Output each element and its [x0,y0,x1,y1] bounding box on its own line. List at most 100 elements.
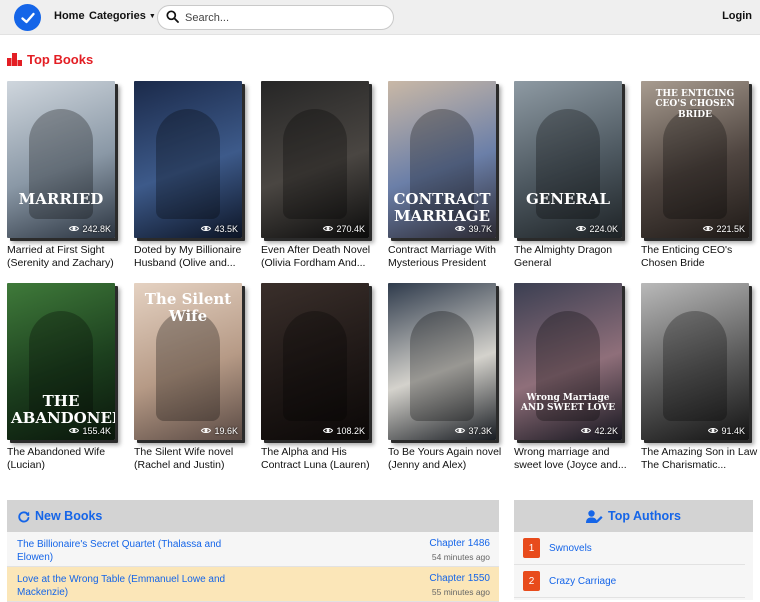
eye-icon [581,426,594,436]
book-views: 42.2K [581,426,618,436]
search-icon [166,9,179,26]
book-title[interactable]: Wrong marriage and sweet love (Joyce and… [514,446,631,472]
eye-icon [69,426,82,436]
book-card[interactable]: 37.3K To Be Yours Again novel (Jenny and … [388,283,505,472]
book-views-count: 270.4K [336,224,365,234]
nav-categories-dropdown[interactable]: Categories ▼ [89,10,156,22]
book-title[interactable]: The Amazing Son in Law The Charismatic..… [641,446,758,472]
search-box[interactable] [157,5,394,30]
book-cover[interactable]: MARRIED 242.8K [7,81,115,238]
top-navbar: Home Categories ▼ Login [0,0,760,35]
top-books-heading: Top Books [7,52,93,67]
author-row[interactable]: 2 Crazy Carriage [514,565,745,598]
book-views-count: 91.4K [721,426,745,436]
book-card[interactable]: THE ENTICING CEO'S CHOSEN BRIDE 221.5K The… [641,81,758,270]
cover-title-art: Wrong Marriage AND SWEET LOVE [520,393,616,414]
book-title[interactable]: The Alpha and His Contract Luna (Lauren) [261,446,378,472]
cover-illustration [156,109,220,219]
book-views-count: 37.3K [468,426,492,436]
cover-title-art: The Silent Wife [144,290,232,326]
book-cover[interactable]: 91.4K [641,283,749,440]
eye-icon [69,224,82,234]
author-row[interactable]: 1 Swnovels [514,532,745,565]
cover-title-art: GENERAL [525,190,611,208]
cover-title-art: MARRIED [18,190,104,208]
book-views-count: 242.8K [82,224,111,234]
check-circle-icon[interactable] [14,4,41,31]
author-name[interactable]: Swnovels [549,543,592,554]
eye-icon [455,426,468,436]
book-views: 224.0K [576,224,618,234]
book-title[interactable]: The Enticing CEO's Chosen Bride [641,244,758,270]
login-link[interactable]: Login [722,10,752,22]
book-views: 91.4K [708,426,745,436]
cover-illustration [156,311,220,421]
book-card[interactable]: The Silent Wife 19.6K The Silent Wife nove… [134,283,251,472]
new-book-time: 54 minutes ago [431,552,490,562]
book-title[interactable]: The Silent Wife novel (Rachel and Justin… [134,446,251,472]
book-title[interactable]: The Almighty Dragon General [514,244,631,270]
book-card[interactable]: CONTRACT MARRIAGE 39.7K Contract Marriage … [388,81,505,270]
book-cover[interactable]: THE ENTICING CEO'S CHOSEN BRIDE 221.5K [641,81,749,238]
search-input[interactable] [185,11,375,24]
book-cover[interactable]: 43.5K [134,81,242,238]
new-books-title: New Books [35,509,103,523]
book-title[interactable]: The Abandoned Wife (Lucian) [7,446,124,472]
book-card[interactable]: GENERAL 224.0K The Almighty Dragon General [514,81,631,270]
eye-icon [455,224,468,234]
book-title[interactable]: Married at First Sight (Serenity and Zac… [7,244,124,270]
book-title[interactable]: Even After Death Novel (Olivia Fordham A… [261,244,378,270]
book-title[interactable]: To Be Yours Again novel (Jenny and Alex) [388,446,505,472]
ranking-podium-icon [7,53,22,66]
book-card[interactable]: 91.4K The Amazing Son in Law The Charisma… [641,283,758,472]
new-book-time: 55 minutes ago [431,587,490,597]
new-book-chapter[interactable]: Chapter 1486 [429,538,490,549]
book-cover[interactable]: CONTRACT MARRIAGE 39.7K [388,81,496,238]
book-card[interactable]: THE ABANDONED 155.4K The Abandoned Wife (L… [7,283,124,472]
eye-icon [201,426,214,436]
new-book-title[interactable]: Love at the Wrong Table (Emmanuel Lowe a… [17,573,237,599]
book-views: 43.5K [201,224,238,234]
nav-home-link[interactable]: Home [54,10,85,22]
book-views-count: 19.6K [214,426,238,436]
book-views: 270.4K [323,224,365,234]
book-views: 221.5K [703,224,745,234]
nav-categories-label: Categories [89,10,146,22]
book-views-count: 155.4K [82,426,111,436]
book-views: 39.7K [455,224,492,234]
book-title[interactable]: Doted by My Billionaire Husband (Olive a… [134,244,251,270]
new-book-title[interactable]: The Billionaire's Secret Quartet (Thalas… [17,538,237,564]
book-views-count: 39.7K [468,224,492,234]
new-books-header: New Books [7,500,499,532]
book-cover[interactable]: THE ABANDONED 155.4K [7,283,115,440]
book-cover[interactable]: 108.2K [261,283,369,440]
top-authors-header: Top Authors [514,500,753,532]
book-views-count: 224.0K [589,224,618,234]
book-views: 155.4K [69,426,111,436]
author-name[interactable]: Crazy Carriage [549,576,616,587]
new-book-row[interactable]: Love at the Wrong Table (Emmanuel Lowe a… [7,567,499,602]
book-cover[interactable]: 37.3K [388,283,496,440]
book-cover[interactable]: 270.4K [261,81,369,238]
new-book-row[interactable]: The Billionaire's Secret Quartet (Thalas… [7,532,499,567]
new-book-chapter[interactable]: Chapter 1550 [429,573,490,584]
book-card[interactable]: Wrong Marriage AND SWEET LOVE 42.2K Wrong … [514,283,631,472]
book-card[interactable]: MARRIED 242.8K Married at First Sight (Ser… [7,81,124,270]
author-rank-badge: 1 [523,538,540,558]
cover-illustration [663,311,727,421]
book-views-count: 221.5K [716,224,745,234]
eye-icon [576,224,589,234]
book-card[interactable]: 43.5K Doted by My Billionaire Husband (Ol… [134,81,251,270]
refresh-icon [18,510,30,522]
cover-title-art: CONTRACT MARRIAGE [393,190,491,226]
book-cover[interactable]: Wrong Marriage AND SWEET LOVE 42.2K [514,283,622,440]
book-cover[interactable]: The Silent Wife 19.6K [134,283,242,440]
cover-illustration [283,311,347,421]
book-title[interactable]: Contract Marriage With Mysterious Presid… [388,244,505,270]
book-views: 19.6K [201,426,238,436]
book-card[interactable]: 108.2K The Alpha and His Contract Luna (L… [261,283,378,472]
new-books-panel: New Books The Billionaire's Secret Quart… [7,500,499,602]
book-cover[interactable]: GENERAL 224.0K [514,81,622,238]
book-views-count: 42.2K [594,426,618,436]
book-card[interactable]: 270.4K Even After Death Novel (Olivia For… [261,81,378,270]
